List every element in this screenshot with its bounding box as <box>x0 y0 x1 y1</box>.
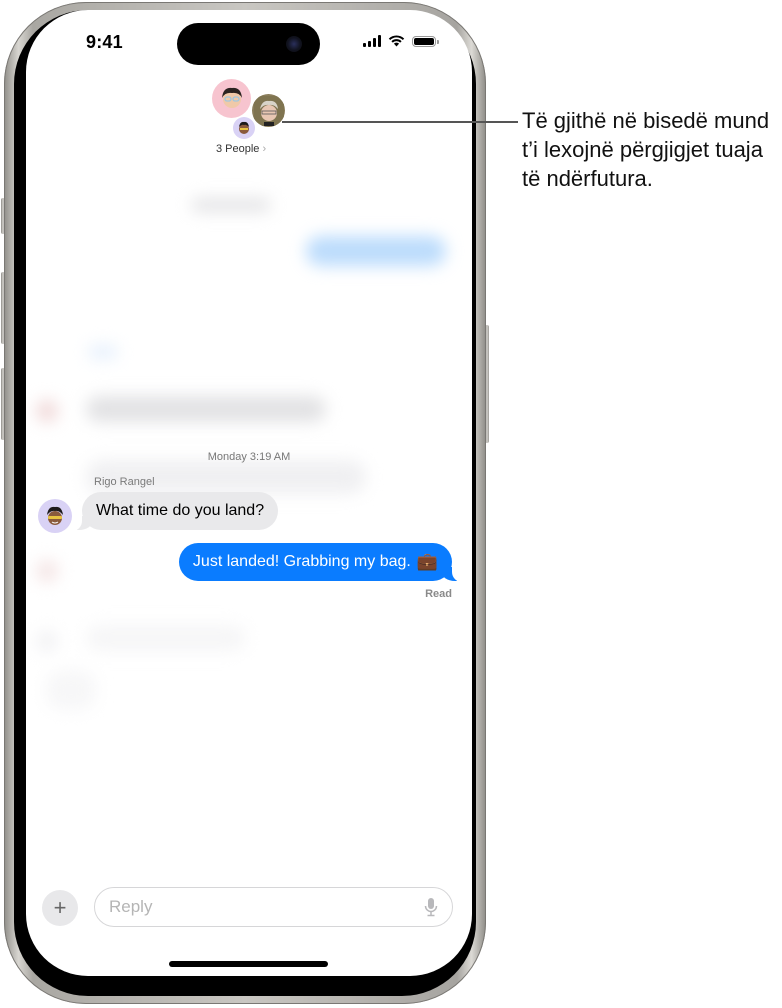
sender-avatar[interactable] <box>38 499 72 533</box>
incoming-message-bubble[interactable]: What time do you land? <box>71 492 279 531</box>
camera-icon <box>286 36 302 52</box>
group-details-link[interactable]: 3 People › <box>216 143 266 155</box>
outgoing-message-text: Just landed! Grabbing my bag. <box>192 553 411 570</box>
wifi-icon <box>388 35 405 47</box>
outgoing-message-bubble[interactable]: Just landed! Grabbing my bag. 💼 <box>178 543 463 582</box>
battery-icon <box>412 35 439 47</box>
reply-input[interactable]: Reply <box>94 887 453 927</box>
blurred-message <box>306 236 446 266</box>
callout-text: Të gjithë në bisedë mund t’i lexojnë për… <box>522 108 770 191</box>
blurred-message <box>191 198 271 212</box>
plus-icon: + <box>53 895 67 920</box>
blurred-message <box>36 560 58 582</box>
callout-leader-line <box>282 121 518 123</box>
dynamic-island <box>177 23 320 65</box>
blurred-message <box>46 670 96 710</box>
blurred-message <box>86 396 326 422</box>
people-count-label: 3 People <box>216 143 260 155</box>
chevron-right-icon: › <box>262 143 267 155</box>
reply-placeholder: Reply <box>109 897 153 916</box>
incoming-message-text: What time do you land? <box>96 502 265 519</box>
read-receipt: Read <box>425 588 452 600</box>
blurred-message <box>88 345 118 359</box>
participant-avatar-3[interactable] <box>233 117 255 139</box>
blurred-message <box>36 400 58 422</box>
sender-name: Rigo Rangel <box>94 476 155 488</box>
messages-screen: 9:41 3 People › Monday 3:19 AM Rigo Rang… <box>26 10 472 976</box>
message-timestamp: Monday 3:19 AM <box>207 451 291 463</box>
participant-avatar-2[interactable] <box>252 94 285 127</box>
status-icons <box>363 35 439 47</box>
blurred-message <box>86 625 246 651</box>
home-indicator[interactable] <box>169 961 328 967</box>
briefcase-emoji-icon: 💼 <box>416 552 438 571</box>
cellular-signal-icon <box>363 35 381 47</box>
blurred-message <box>36 630 58 652</box>
status-time: 9:41 <box>86 32 123 52</box>
add-attachment-button[interactable]: + <box>42 890 78 926</box>
microphone-icon[interactable] <box>424 897 438 917</box>
participant-avatar-1[interactable] <box>212 79 251 118</box>
